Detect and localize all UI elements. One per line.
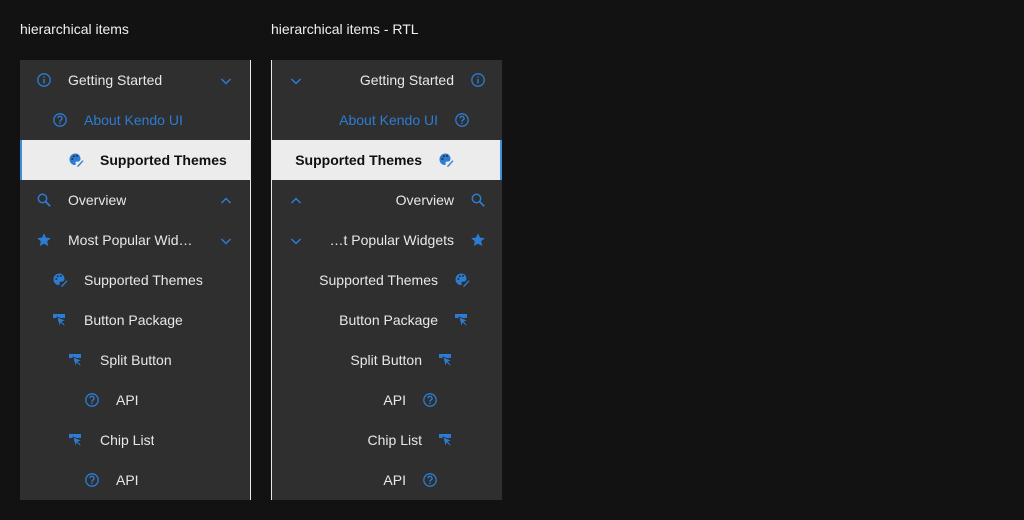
drawer-item-label: Overview [395, 192, 454, 208]
palette-icon [68, 152, 84, 168]
drawer-item-label: Supported Themes [84, 272, 203, 288]
drawer-item-label: Most Popular Widgets [324, 232, 454, 248]
help-icon [84, 392, 100, 408]
palette-icon [438, 152, 454, 168]
drawer-item-label: API [383, 392, 406, 408]
chevron-up-icon[interactable] [288, 193, 304, 209]
star-icon [470, 232, 486, 248]
drawer-item-label: Chip List [100, 432, 155, 448]
palette-icon [454, 272, 470, 288]
heading-ltr: hierarchical items [20, 21, 129, 37]
drawer-item-label: Chip List [367, 432, 422, 448]
drawer-ltr: Getting Started About Kendo UI Supported T… [20, 60, 251, 500]
drawer-item-label: Most Popular Widgets [68, 232, 198, 248]
chevron-down-icon[interactable] [288, 73, 304, 89]
drawer-item-api[interactable]: API [272, 460, 502, 500]
help-icon [422, 472, 438, 488]
drawer-item-about-kendo-ui[interactable]: About Kendo UI [272, 100, 502, 140]
drawer-item-label: API [116, 392, 139, 408]
drawer-item-chip-list[interactable]: Chip List [20, 420, 250, 460]
drawer-item-label: Button Package [339, 312, 438, 328]
pointer-icon [68, 352, 84, 368]
drawer-item-button-package[interactable]: Button Package [20, 300, 250, 340]
pointer-icon [438, 432, 454, 448]
drawer-item-getting-started[interactable]: Getting Started [20, 60, 250, 100]
info-icon [470, 72, 486, 88]
drawer-item-label: Split Button [350, 352, 422, 368]
drawer-item-label: About Kendo UI [84, 112, 183, 128]
palette-icon [52, 272, 68, 288]
drawer-item-split-button[interactable]: Split Button [20, 340, 250, 380]
drawer-item-chip-list[interactable]: Chip List [272, 420, 502, 460]
pointer-icon [68, 432, 84, 448]
help-icon [422, 392, 438, 408]
drawer-item-label: Supported Themes [100, 152, 227, 168]
drawer-item-getting-started[interactable]: Getting Started [272, 60, 502, 100]
drawer-item-most-popular-widgets[interactable]: Most Popular Widgets [20, 220, 250, 260]
drawer-item-label: About Kendo UI [339, 112, 438, 128]
chevron-down-icon[interactable] [218, 233, 234, 249]
help-icon [52, 112, 68, 128]
drawer-item-label: Supported Themes [295, 152, 422, 168]
drawer-item-label: Overview [68, 192, 127, 208]
info-icon [36, 72, 52, 88]
drawer-item-overview[interactable]: Overview [20, 180, 250, 220]
drawer-item-about-kendo-ui[interactable]: About Kendo UI [20, 100, 250, 140]
drawer-rtl: Getting Started About Kendo UI Supported T… [271, 60, 502, 500]
chevron-up-icon[interactable] [218, 193, 234, 209]
drawer-item-label: Getting Started [68, 72, 163, 88]
drawer-item-split-button[interactable]: Split Button [272, 340, 502, 380]
drawer-item-supported-themes[interactable]: Supported Themes [20, 260, 250, 300]
drawer-item-overview[interactable]: Overview [272, 180, 502, 220]
help-icon [84, 472, 100, 488]
drawer-item-label: Split Button [100, 352, 172, 368]
pointer-icon [454, 312, 470, 328]
drawer-item-label: Getting Started [359, 72, 454, 88]
pointer-icon [52, 312, 68, 328]
drawer-item-most-popular-widgets[interactable]: Most Popular Widgets [272, 220, 502, 260]
help-icon [454, 112, 470, 128]
drawer-item-label: Button Package [84, 312, 183, 328]
drawer-item-label: Supported Themes [319, 272, 438, 288]
drawer-item-api[interactable]: API [20, 460, 250, 500]
drawer-item-label: API [383, 472, 406, 488]
drawer-item-api[interactable]: API [272, 380, 502, 420]
drawer-item-supported-themes[interactable]: Supported Themes [20, 140, 250, 180]
drawer-item-supported-themes[interactable]: Supported Themes [272, 260, 502, 300]
search-icon [36, 192, 52, 208]
chevron-down-icon[interactable] [288, 233, 304, 249]
drawer-item-label: API [116, 472, 139, 488]
drawer-item-supported-themes[interactable]: Supported Themes [272, 140, 502, 180]
chevron-down-icon[interactable] [218, 73, 234, 89]
star-icon [36, 232, 52, 248]
search-icon [470, 192, 486, 208]
pointer-icon [438, 352, 454, 368]
heading-rtl: hierarchical items - RTL [271, 21, 419, 37]
drawer-item-button-package[interactable]: Button Package [272, 300, 502, 340]
drawer-item-api[interactable]: API [20, 380, 250, 420]
